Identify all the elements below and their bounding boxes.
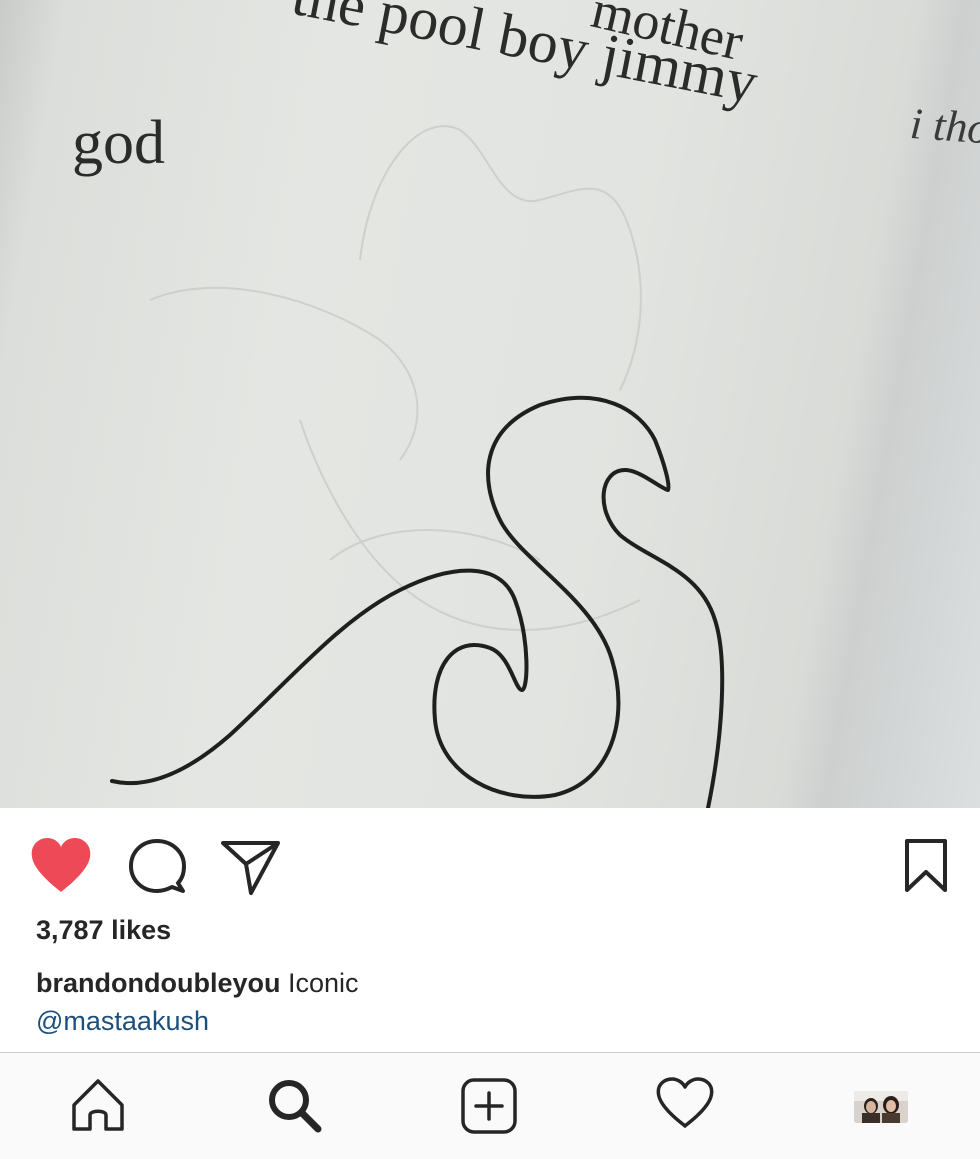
post-photo[interactable]: the pool boy jimmy mother god i tho (0, 0, 980, 808)
paper-plane-icon[interactable] (220, 838, 282, 896)
instagram-post-screen: the pool boy jimmy mother god i tho 3,78… (0, 0, 980, 1159)
wave-line-drawing (110, 125, 725, 808)
caption-mention-link[interactable]: @mastaakush (36, 1006, 209, 1037)
caption-text: Iconic (288, 968, 359, 998)
bookmark-icon[interactable] (898, 838, 954, 894)
search-icon[interactable] (266, 1077, 322, 1133)
heart-filled-icon[interactable] (30, 838, 92, 894)
home-icon[interactable] (70, 1077, 126, 1133)
bottom-tab-bar (0, 1052, 980, 1159)
post-caption: brandondoubleyou Iconic (36, 968, 359, 999)
add-post-icon[interactable] (460, 1077, 518, 1135)
activity-heart-icon[interactable] (656, 1077, 714, 1129)
caption-username[interactable]: brandondoubleyou (36, 968, 280, 998)
likes-count[interactable]: 3,787 likes (36, 915, 171, 946)
profile-avatar[interactable] (854, 1091, 908, 1123)
post-action-bar (0, 808, 980, 918)
comment-bubble-icon[interactable] (128, 838, 186, 896)
book-page: the pool boy jimmy mother god i tho (0, 0, 980, 808)
